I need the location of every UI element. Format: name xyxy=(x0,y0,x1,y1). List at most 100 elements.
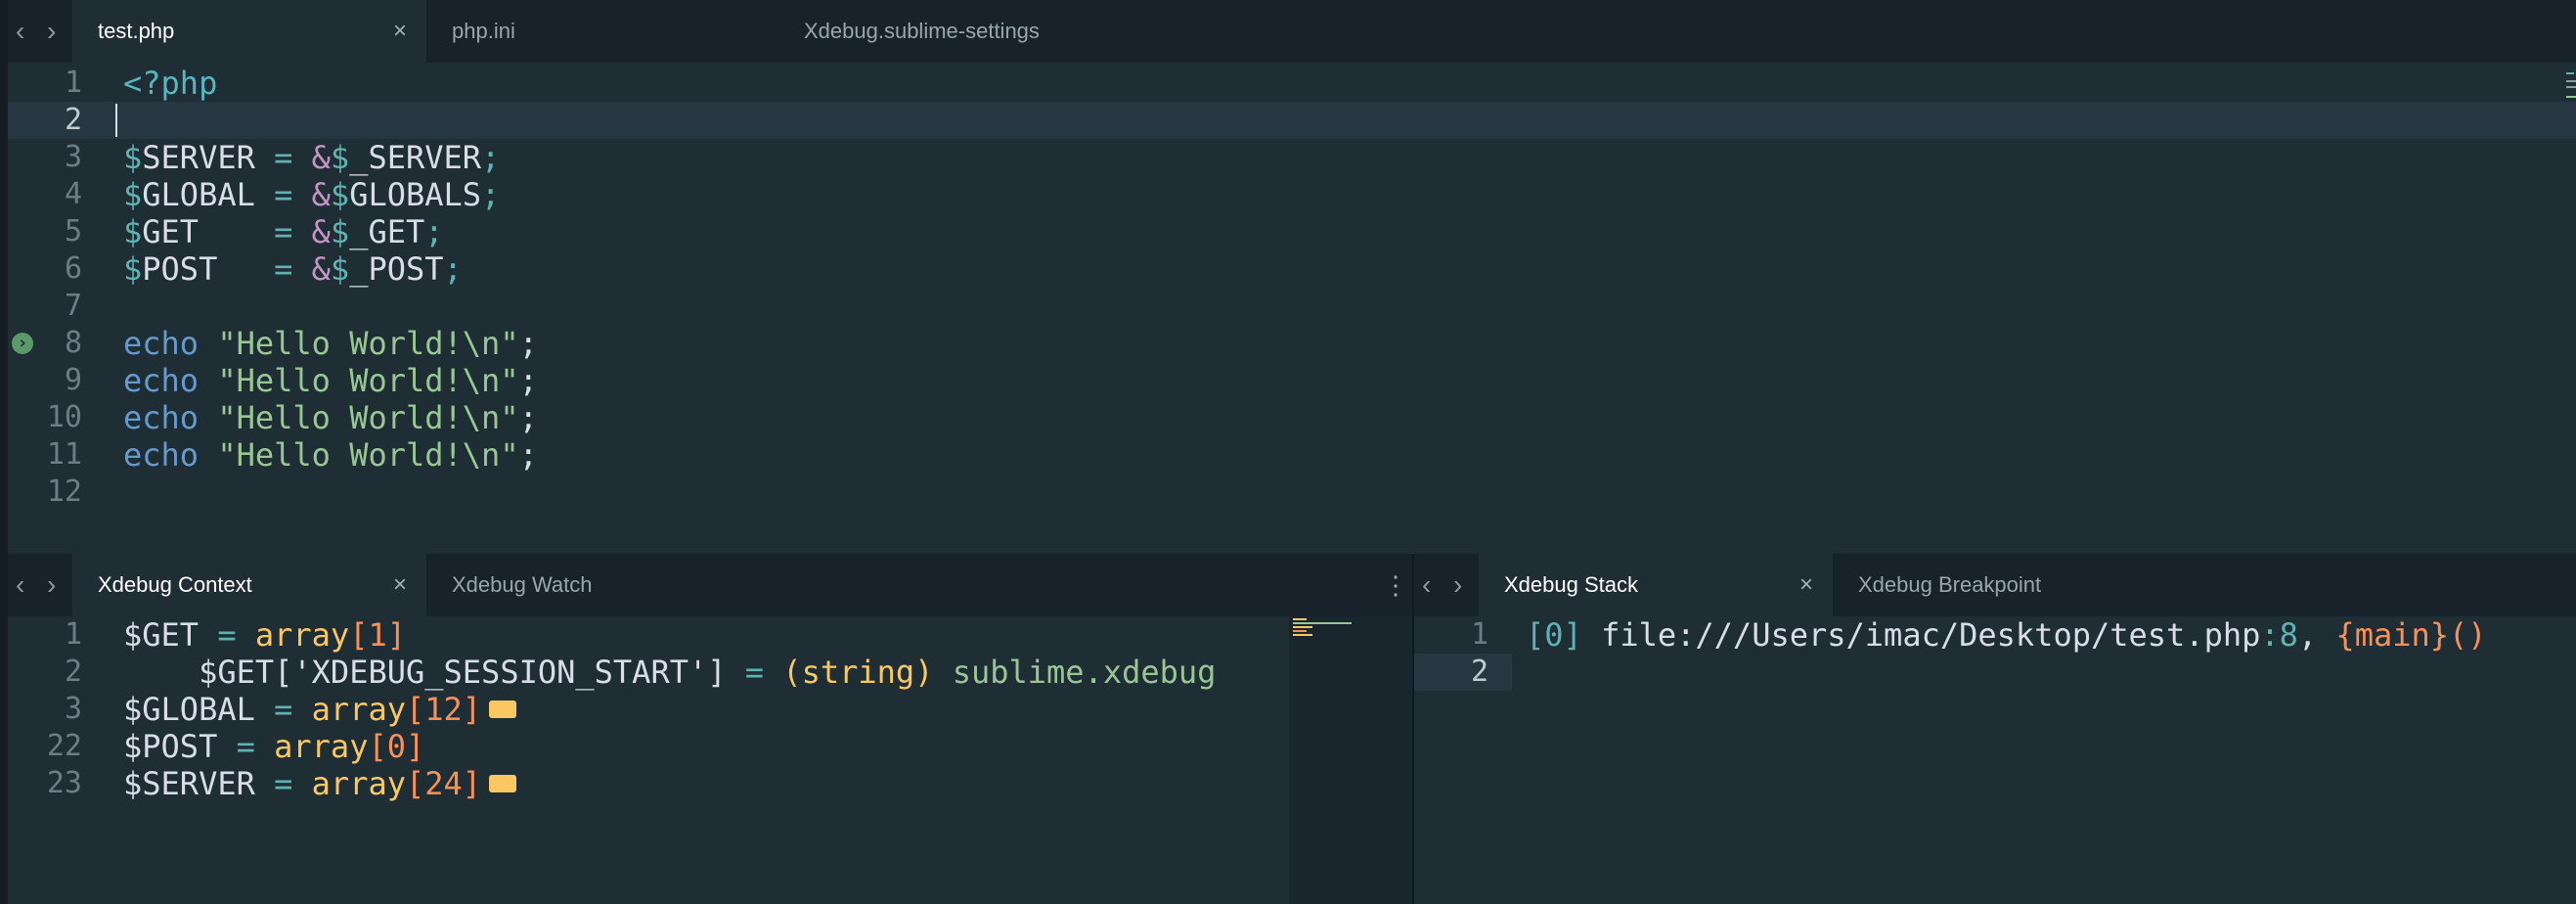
chevron-left-icon[interactable]: ‹ xyxy=(1422,554,1431,616)
text-cursor xyxy=(115,104,117,137)
tab-label: Xdebug Watch xyxy=(452,572,593,597)
variable-name: GLOBAL xyxy=(142,176,255,213)
code-line: 6 $POST = &$_POST; xyxy=(8,250,2576,288)
line-number: 9 xyxy=(64,363,82,397)
context-row[interactable]: 1 $GET = array[1] xyxy=(8,616,1289,654)
code-line-breakpoint: › 8 echo "Hello World!\n"; xyxy=(8,325,2576,362)
tab-label: php.ini xyxy=(452,19,515,43)
line-number: 5 xyxy=(64,214,82,249)
code-line: 12 xyxy=(8,474,2576,511)
code-line: 7 xyxy=(8,288,2576,325)
line-number: 4 xyxy=(64,177,82,211)
line-number: 12 xyxy=(46,475,82,509)
tab-label: Xdebug.sublime-settings xyxy=(804,19,1040,43)
tab-label: test.php xyxy=(98,19,175,43)
value-count: [0] xyxy=(368,728,425,765)
code-line: 5 $GET = &$_GET; xyxy=(8,213,2576,250)
echo-keyword: echo xyxy=(123,436,200,474)
close-icon[interactable]: × xyxy=(1799,554,1813,616)
tab-php-ini[interactable]: php.ini xyxy=(426,0,778,63)
variable-name: POST xyxy=(142,250,218,288)
variable-name: _GET xyxy=(349,213,425,250)
line-number: 1 xyxy=(64,66,82,100)
chevron-left-icon[interactable]: ‹ xyxy=(16,554,24,616)
code-line: 1 <?php xyxy=(8,65,2576,102)
context-tabbar: ‹ › Xdebug Context × Xdebug Watch ⋮ xyxy=(8,554,1412,616)
line-number: 2 xyxy=(1470,655,1488,689)
line-number: 6 xyxy=(64,251,82,286)
echo-keyword: echo xyxy=(123,325,200,362)
context-row[interactable]: 22 $POST = array[0] xyxy=(8,728,1289,765)
line-number: 23 xyxy=(46,766,82,800)
value-type: (string) xyxy=(782,654,934,691)
chevron-right-icon[interactable]: › xyxy=(47,554,56,616)
stack-pane[interactable]: 1 [0] file:///Users/imac/Desktop/test.ph… xyxy=(1414,616,2576,904)
line-number: 11 xyxy=(46,437,82,472)
tab-xdebug-stack[interactable]: Xdebug Stack × xyxy=(1479,554,1833,616)
context-row[interactable]: 3 $GLOBAL = array[12] xyxy=(8,691,1289,728)
line-number: 7 xyxy=(64,289,82,323)
variable-name: $GLOBAL xyxy=(123,691,255,728)
close-icon[interactable]: × xyxy=(393,554,407,616)
context-pane[interactable]: 1 $GET = array[1] 2 $GET['XDEBUG_SESSION… xyxy=(8,616,1289,904)
php-open-tag: <?php xyxy=(123,65,218,102)
tab-xdebug-watch[interactable]: Xdebug Watch xyxy=(426,554,778,616)
echo-keyword: echo xyxy=(123,399,200,436)
frame-line-number: :8 xyxy=(2260,616,2298,654)
tab-label: Xdebug Context xyxy=(98,572,252,597)
code-line: 4 $GLOBAL = &$GLOBALS; xyxy=(8,176,2576,213)
line-number: 1 xyxy=(64,617,82,652)
value-count: [24] xyxy=(405,765,482,802)
context-row[interactable]: 23 $SERVER = array[24] xyxy=(8,765,1289,802)
code-line: 9 echo "Hello World!\n"; xyxy=(8,362,2576,399)
line-number: 2 xyxy=(64,103,82,137)
echo-keyword: echo xyxy=(123,362,200,399)
stack-frame-row-current[interactable]: 2 xyxy=(1414,654,1512,691)
code-line: 10 echo "Hello World!\n"; xyxy=(8,399,2576,436)
stack-frame-row[interactable]: 1 [0] file:///Users/imac/Desktop/test.ph… xyxy=(1414,616,2576,654)
string-literal: "Hello World!\n" xyxy=(217,325,519,362)
code-line: 11 echo "Hello World!\n"; xyxy=(8,436,2576,474)
fold-ellipsis-icon[interactable] xyxy=(489,775,517,792)
value-type: array xyxy=(254,616,350,654)
code-line-current: 2 xyxy=(8,102,2576,139)
tab-label: Xdebug Breakpoint xyxy=(1858,572,2042,597)
value-count: [1] xyxy=(349,616,406,654)
variable-name: $GET xyxy=(123,616,200,654)
stack-tabbar: ‹ › Xdebug Stack × Xdebug Breakpoint xyxy=(1414,554,2576,616)
line-number: 8 xyxy=(64,326,82,360)
frame-function: {main}() xyxy=(2335,616,2487,654)
vertical-ellipsis-icon[interactable]: ⋮ xyxy=(1383,554,1408,616)
close-icon[interactable]: × xyxy=(393,0,407,63)
variable-name: $GET['XDEBUG_SESSION_START'] xyxy=(123,654,727,691)
line-number: 2 xyxy=(64,655,82,689)
variable-name: GLOBALS xyxy=(349,176,482,213)
string-literal: "Hello World!\n" xyxy=(217,362,519,399)
chevron-right-icon[interactable]: › xyxy=(1453,554,1462,616)
tab-test-php[interactable]: test.php × xyxy=(72,0,426,63)
fold-ellipsis-icon[interactable] xyxy=(489,701,517,718)
chevron-left-icon[interactable]: ‹ xyxy=(16,0,24,63)
line-number: 3 xyxy=(64,692,82,726)
editor-tabbar: ‹ › test.php × php.ini Xdebug.sublime-se… xyxy=(8,0,2576,63)
line-number: 10 xyxy=(46,400,82,434)
value-string: sublime.xdebug xyxy=(933,654,1217,691)
line-number: 1 xyxy=(1470,617,1488,652)
frame-file-path: file:///Users/imac/Desktop/test.php xyxy=(1581,616,2261,654)
tab-xdebug-settings[interactable]: Xdebug.sublime-settings xyxy=(778,0,1170,63)
variable-name: $SERVER xyxy=(123,765,255,802)
tab-xdebug-context[interactable]: Xdebug Context × xyxy=(72,554,426,616)
tab-xdebug-breakpoint[interactable]: Xdebug Breakpoint xyxy=(1833,554,2224,616)
tab-label: Xdebug Stack xyxy=(1504,572,1638,597)
editor-pane[interactable]: 1 <?php 2 3 $SERVER = &$_SERVER; 4 $GLOB… xyxy=(8,63,2576,550)
value-type: array xyxy=(274,728,369,765)
context-row[interactable]: 2 $GET['XDEBUG_SESSION_START'] = (string… xyxy=(8,654,1289,691)
window-edge xyxy=(0,0,8,904)
context-minimap[interactable] xyxy=(1289,616,1412,904)
string-literal: "Hello World!\n" xyxy=(217,436,519,474)
frame-index: [0] xyxy=(1526,616,1582,654)
variable-name: _POST xyxy=(349,250,444,288)
code-line: 3 $SERVER = &$_SERVER; xyxy=(8,139,2576,176)
chevron-right-icon[interactable]: › xyxy=(47,0,56,63)
line-number: 3 xyxy=(64,140,82,174)
